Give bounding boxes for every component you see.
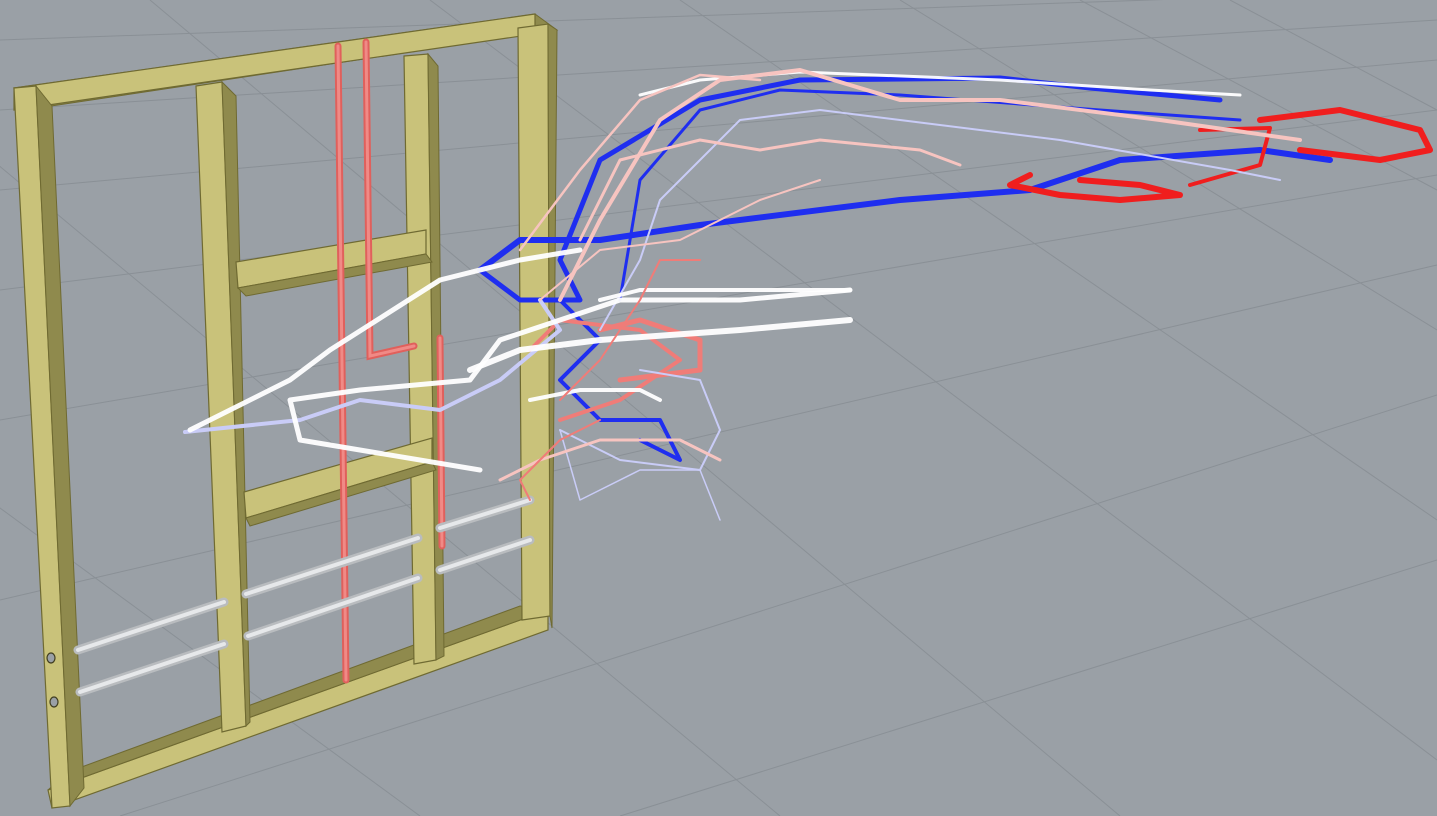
bolt-hole-upper	[46, 652, 56, 664]
right-stud	[517, 23, 551, 621]
3d-viewport[interactable]	[0, 0, 1437, 816]
bolt-hole-lower	[49, 696, 59, 708]
